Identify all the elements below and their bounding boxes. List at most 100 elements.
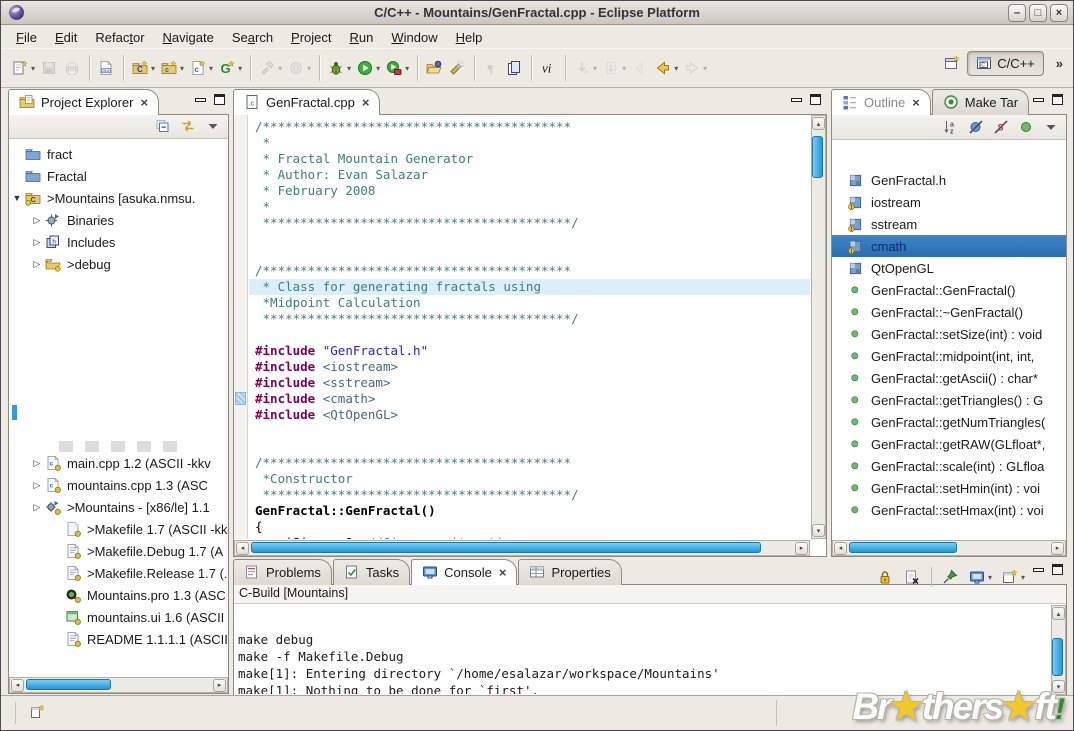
- outline-item[interactable]: GenFractal::getAscii() : char*: [832, 367, 1066, 389]
- perspective-overflow-chevron[interactable]: »: [1050, 56, 1063, 71]
- close-icon[interactable]: ×: [912, 95, 920, 110]
- hide-fields-button[interactable]: [968, 119, 985, 136]
- tab-problems[interactable]: Problems: [233, 559, 332, 585]
- maximize-view-icon[interactable]: [1052, 94, 1063, 105]
- open-console-button[interactable]: ▾: [1002, 563, 1025, 591]
- project-explorer-item[interactable]: README 1.1.1.1 (ASCII -: [9, 628, 228, 650]
- back-button[interactable]: ▾: [652, 54, 681, 82]
- project-explorer-hscrollbar[interactable]: ◂ ▸: [9, 677, 228, 693]
- minimize-view-icon[interactable]: [1033, 568, 1044, 572]
- project-explorer-item[interactable]: >Makefile.Debug 1.7 (A: [9, 540, 228, 562]
- outline-item[interactable]: QtOpenGL: [832, 257, 1066, 279]
- scroll-up-icon[interactable]: ▴: [812, 117, 825, 130]
- tab-properties[interactable]: Properties: [518, 559, 621, 585]
- outline-item[interactable]: GenFractal::midpoint(int, int,: [832, 345, 1066, 367]
- new-cpp-project-button[interactable]: c▾: [158, 54, 187, 82]
- menu-project[interactable]: Project: [282, 28, 340, 47]
- console-vscrollbar[interactable]: ▴ ▾: [1051, 605, 1066, 695]
- close-icon[interactable]: ×: [362, 95, 370, 110]
- scroll-right-icon[interactable]: ▸: [213, 679, 226, 692]
- editor-vscrollbar[interactable]: ▴ ▾: [811, 115, 826, 539]
- run-button[interactable]: ▾: [354, 54, 383, 82]
- maximize-button[interactable]: □: [1029, 4, 1047, 22]
- outline-item[interactable]: iostream: [832, 191, 1066, 213]
- expanded-arrow-icon[interactable]: ▼: [9, 193, 25, 203]
- project-explorer-tab[interactable]: Project Explorer ×: [8, 89, 159, 115]
- outline-item[interactable]: GenFractal::setSize(int) : void: [832, 323, 1066, 345]
- close-icon[interactable]: ×: [140, 95, 148, 110]
- editor-hscrollbar[interactable]: ◂ ▸: [234, 540, 810, 556]
- fast-view-icon[interactable]: [29, 704, 46, 721]
- clear-console-button[interactable]: [904, 569, 921, 586]
- new-c-project-button[interactable]: C▾: [129, 54, 158, 82]
- outline-tab[interactable]: Outline ×: [831, 89, 931, 115]
- scroll-left-icon[interactable]: ◂: [834, 542, 847, 555]
- outline-item[interactable]: GenFractal::getTriangles() : G: [832, 389, 1066, 411]
- new-wizard-button[interactable]: ▾: [9, 54, 38, 82]
- close-icon[interactable]: ×: [499, 565, 507, 580]
- menu-window[interactable]: Window: [382, 28, 446, 47]
- scroll-right-icon[interactable]: ▸: [795, 542, 808, 555]
- tab-console[interactable]: Console×: [411, 559, 517, 585]
- menu-run[interactable]: Run: [341, 28, 383, 47]
- collapsed-arrow-icon[interactable]: ▷: [29, 237, 45, 248]
- open-perspective-button[interactable]: [944, 55, 961, 72]
- menu-help[interactable]: Help: [447, 28, 492, 47]
- outline-hscrollbar[interactable]: ◂ ▸: [832, 540, 1066, 556]
- collapsed-arrow-icon[interactable]: ▷: [29, 259, 45, 270]
- project-explorer-item[interactable]: ▷hIncludes: [9, 231, 228, 253]
- display-console-button[interactable]: ▾: [969, 563, 992, 591]
- project-explorer-item[interactable]: ▷cmountains.cpp 1.3 (ASC: [9, 474, 228, 496]
- cpp-perspective-button[interactable]: C C/C++: [967, 51, 1044, 76]
- outline-item[interactable]: GenFractal::scale(int) : GLfloa: [832, 455, 1066, 477]
- binary-010-button[interactable]: 010: [95, 54, 118, 82]
- menu-search[interactable]: Search: [223, 28, 282, 47]
- project-explorer-item[interactable]: >Makefile.Release 1.7 (.: [9, 562, 228, 584]
- collapsed-arrow-icon[interactable]: ▷: [29, 480, 45, 491]
- hide-static-members-button[interactable]: S: [993, 119, 1010, 136]
- outline-item[interactable]: GenFractal::setHmin(int) : voi: [832, 477, 1066, 499]
- view-menu-button[interactable]: [205, 118, 222, 135]
- new-c-file-button[interactable]: c▾: [187, 54, 216, 82]
- search-flashlight-button[interactable]: [446, 54, 469, 82]
- outline-item[interactable]: GenFractal.h: [832, 169, 1066, 191]
- minimize-button[interactable]: –: [1008, 4, 1026, 22]
- hide-non-public-button[interactable]: [1018, 119, 1035, 136]
- menu-navigate[interactable]: Navigate: [154, 28, 223, 47]
- maximize-view-icon[interactable]: [1052, 564, 1063, 575]
- code-area[interactable]: /***************************************…: [249, 115, 810, 539]
- scroll-down-icon[interactable]: ▾: [812, 524, 825, 537]
- scroll-right-icon[interactable]: ▸: [1051, 542, 1064, 555]
- project-explorer-item[interactable]: ▷Binaries: [9, 209, 228, 231]
- scroll-left-icon[interactable]: ◂: [236, 542, 249, 555]
- outline-item[interactable]: GenFractal::setHmax(int) : voi: [832, 499, 1066, 521]
- menu-refactor[interactable]: Refactor: [86, 28, 153, 47]
- outline-item[interactable]: GenFractal::~GenFractal(): [832, 301, 1066, 323]
- minimize-view-icon[interactable]: [791, 98, 802, 102]
- project-explorer-item[interactable]: ▷cmain.cpp 1.2 (ASCII -kkv: [9, 452, 228, 474]
- tab-tasks[interactable]: Tasks: [333, 559, 410, 585]
- link-with-editor-button[interactable]: [180, 118, 197, 135]
- sort-alphabetically-button[interactable]: az: [943, 119, 960, 136]
- menu-file[interactable]: File: [7, 28, 46, 47]
- project-explorer-item[interactable]: Mountains.pro 1.3 (ASC: [9, 584, 228, 606]
- close-button[interactable]: ×: [1050, 4, 1068, 22]
- new-make-target-button[interactable]: G▾: [216, 54, 245, 82]
- view-menu-button[interactable]: [1043, 119, 1060, 136]
- minimize-view-icon[interactable]: [195, 98, 206, 102]
- outline-item[interactable]: sstream: [832, 213, 1066, 235]
- minimize-view-icon[interactable]: [1033, 98, 1044, 102]
- open-declaration-button[interactable]: [503, 54, 526, 82]
- collapsed-arrow-icon[interactable]: ▷: [29, 458, 45, 469]
- menu-edit[interactable]: Edit: [46, 28, 86, 47]
- debug-button[interactable]: ▾: [325, 54, 354, 82]
- project-explorer-item[interactable]: >Makefile 1.7 (ASCII -kk: [9, 518, 228, 540]
- scroll-lock-button[interactable]: [877, 569, 894, 586]
- make-targets-tab[interactable]: Make Tar: [932, 89, 1029, 115]
- open-element-button[interactable]: [423, 54, 446, 82]
- scroll-left-icon[interactable]: ◂: [11, 679, 24, 692]
- project-explorer-item[interactable]: fract: [9, 143, 228, 165]
- outline-item[interactable]: cmath: [832, 235, 1066, 257]
- collapsed-arrow-icon[interactable]: ▷: [29, 502, 45, 513]
- maximize-view-icon[interactable]: [810, 94, 821, 105]
